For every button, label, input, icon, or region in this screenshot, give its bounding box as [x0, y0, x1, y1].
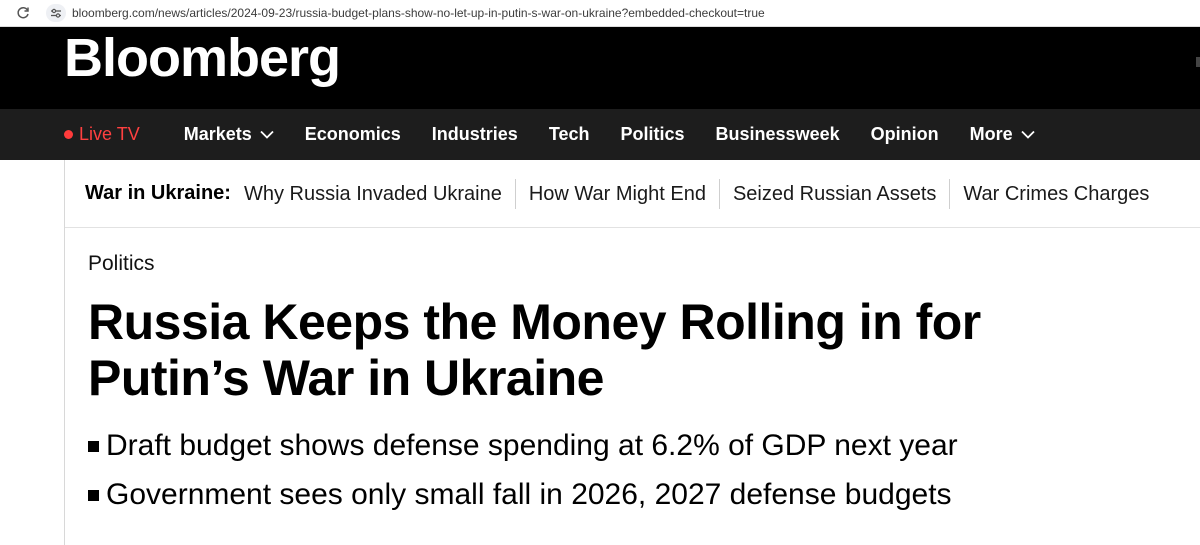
topic-link-why-russia-invaded[interactable]: Why Russia Invaded Ukraine — [244, 179, 515, 209]
topic-link-how-war-might-end[interactable]: How War Might End — [514, 178, 719, 209]
bullet-square-icon — [88, 440, 99, 452]
topic-link-war-crimes[interactable]: War Crimes Charges — [949, 178, 1162, 209]
nav-markets-label: Markets — [183, 124, 252, 144]
reload-icon[interactable] — [16, 6, 30, 20]
summary-bullet-text: Draft budget shows defense spending at 6… — [106, 429, 958, 462]
nav-businessweek[interactable]: Businessweek — [716, 124, 840, 145]
summary-bullet-text: Government sees only small fall in 2026,… — [106, 478, 952, 511]
bullet-square-icon — [88, 489, 99, 501]
nav-economics[interactable]: Economics — [305, 124, 401, 145]
scroll-edge — [1196, 57, 1200, 67]
nav-opinion[interactable]: Opinion — [871, 124, 939, 145]
topic-bar: War in Ukraine: Why Russia Invaded Ukrai… — [65, 160, 1200, 228]
chevron-down-icon — [260, 130, 274, 139]
primary-nav: Live TV Markets Economics Industries Tec… — [0, 109, 1200, 160]
nav-more-label: More — [969, 124, 1013, 144]
chevron-down-icon — [1020, 130, 1035, 139]
topic-link-seized-assets[interactable]: Seized Russian Assets — [718, 178, 949, 209]
nav-tech[interactable]: Tech — [549, 124, 590, 145]
summary-bullet: Draft budget shows defense spending at 6… — [88, 428, 958, 464]
masthead: Bloomberg — [0, 27, 1200, 109]
topic-label: War in Ukraine: — [85, 182, 231, 204]
nav-live-tv-label: Live TV — [79, 124, 140, 144]
nav-industries[interactable]: Industries — [432, 124, 518, 145]
site-info-icon[interactable] — [46, 4, 66, 22]
article-headline: Russia Keeps the Money Rolling in for Pu… — [88, 294, 981, 406]
bloomberg-logo[interactable]: Bloomberg — [64, 27, 341, 89]
article-summary-bullets: Draft budget shows defense spending at 6… — [88, 428, 958, 526]
browser-address-bar: bloomberg.com/news/articles/2024-09-23/r… — [0, 0, 1200, 27]
nav-live-tv[interactable]: Live TV — [64, 124, 140, 145]
address-url[interactable]: bloomberg.com/news/articles/2024-09-23/r… — [72, 6, 765, 20]
live-dot-icon — [64, 130, 73, 139]
nav-markets[interactable]: Markets — [184, 124, 274, 145]
article-kicker[interactable]: Politics — [88, 252, 155, 276]
nav-politics[interactable]: Politics — [621, 124, 685, 145]
nav-more[interactable]: More — [970, 124, 1035, 145]
summary-bullet: Government sees only small fall in 2026,… — [88, 477, 958, 513]
